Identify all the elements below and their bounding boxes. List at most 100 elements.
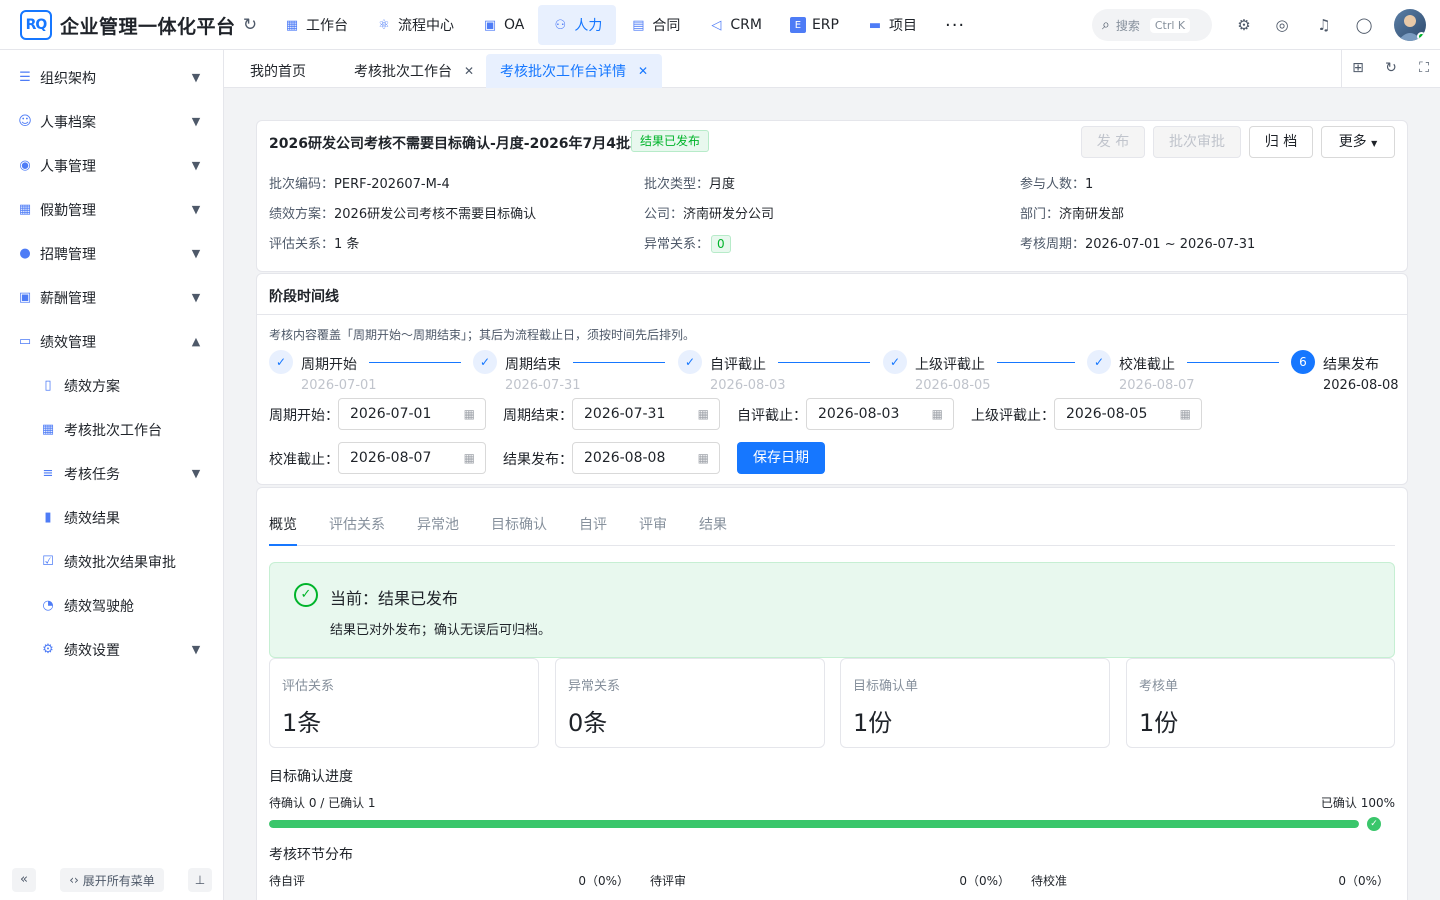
result-publish-date-input[interactable]: 2026-08-08 ▦: [572, 442, 720, 474]
calendar-icon: ▦: [18, 202, 32, 217]
settings-icon[interactable]: ⚙: [1234, 15, 1254, 35]
timeline-card: 阶段时间线 考核内容覆盖「周期开始～周期结束」；其后为流程截止日，须按时间先后排…: [256, 273, 1408, 485]
divider: [257, 314, 1407, 315]
sidebar-item-archive[interactable]: ☺ 人事档案 ▼: [0, 100, 224, 144]
sidebar-item-org[interactable]: ☰ 组织架构 ▼: [0, 56, 224, 100]
bell-icon[interactable]: ♫: [1314, 15, 1334, 35]
sidebar-item-salary[interactable]: ▣ 薪酬管理 ▼: [0, 276, 224, 320]
check-icon: ✓: [883, 350, 907, 374]
cycle-end-date-input[interactable]: 2026-07-31 ▦: [572, 398, 720, 430]
recruit-icon: ●: [19, 246, 31, 261]
tab-abnormal-pool[interactable]: 异常池: [417, 514, 459, 534]
nav-item-hr[interactable]: ⚇ 人力: [538, 5, 617, 45]
chevron-down-icon: ▼: [191, 71, 201, 84]
sidebar-item-recruit[interactable]: ● 招聘管理 ▼: [0, 232, 224, 276]
fullscreen-icon[interactable]: ⛶: [1414, 58, 1434, 78]
tab-goal-confirm[interactable]: 目标确认: [491, 514, 547, 534]
collapse-sidebar-button[interactable]: «: [12, 868, 36, 892]
batch-approve-button[interactable]: 批次审批: [1153, 126, 1241, 158]
calibration-deadline-input[interactable]: 2026-08-07 ▦: [338, 442, 486, 474]
expand-all-menus-button[interactable]: ‹› 展开所有菜单: [60, 868, 164, 892]
self-review-deadline-input[interactable]: 2026-08-03 ▦: [806, 398, 954, 430]
sidebar-subitem-cockpit[interactable]: ◔ 绩效驾驶舱: [0, 584, 224, 628]
stat-card-assessment-forms: 考核单 1份: [1126, 658, 1395, 748]
check-circle-icon: ✓: [1367, 817, 1381, 831]
bar-chart-icon: ▮: [44, 510, 52, 525]
field-label: 周期开始：: [269, 408, 339, 424]
sidebar-subitem-batch-workbench[interactable]: ▦ 考核批次工作台: [0, 408, 224, 452]
app-title: 企业管理一体化平台: [60, 16, 236, 38]
tab-review[interactable]: 评审: [639, 514, 667, 534]
nav-item-oa[interactable]: ▣ OA: [468, 5, 538, 45]
search-box[interactable]: ⌕ 搜索 Ctrl K: [1092, 9, 1212, 41]
sidebar-item-performance[interactable]: ▭ 绩效管理 ▲: [0, 320, 224, 364]
chevron-down-icon: ▼: [191, 203, 201, 216]
nav-item-project[interactable]: ▬ 项目: [853, 5, 931, 45]
cycle-start-date-input[interactable]: 2026-07-01 ▦: [338, 398, 486, 430]
salary-icon: ▣: [18, 290, 32, 305]
close-icon[interactable]: ✕: [638, 64, 648, 78]
clipboard-check-icon: ☑: [42, 554, 54, 569]
nav-item-flow[interactable]: ⚛ 流程中心: [362, 5, 468, 45]
user-icon: ☺: [18, 114, 32, 129]
calendar-icon: ▦: [931, 407, 943, 421]
participant-count: 参与人数：1: [1020, 177, 1094, 192]
distribution-item: 待校准 0（0%）: [1031, 874, 1389, 888]
chevron-down-icon: ▼: [191, 115, 201, 128]
manager-review-deadline-input[interactable]: 2026-08-05 ▦: [1054, 398, 1202, 430]
timeline-step: ✓ 上级评截止 2026-08-05: [883, 350, 1075, 394]
search-input[interactable]: 搜索: [1116, 17, 1140, 34]
page-tab-batch-detail[interactable]: 考核批次工作台详情 ✕: [486, 54, 663, 88]
page-tab-home[interactable]: 我的首页: [236, 54, 320, 88]
nav-more-button[interactable]: ···: [931, 5, 979, 45]
close-icon[interactable]: ✕: [464, 64, 474, 78]
calendar-icon: ▦: [463, 407, 475, 421]
sidebar-subitem-scheme[interactable]: ▯ 绩效方案: [0, 364, 224, 408]
message-icon[interactable]: ◎: [1272, 15, 1292, 35]
sidebar-subitem-result-approval[interactable]: ☑ 绩效批次结果审批: [0, 540, 224, 584]
more-actions-button[interactable]: 更多 ▼: [1321, 126, 1395, 158]
document-icon: ▯: [44, 378, 52, 393]
tab-evaluation-relations[interactable]: 评估关系: [329, 514, 385, 534]
nav-item-erp[interactable]: E ERP: [776, 5, 853, 45]
tab-overview[interactable]: 概览: [269, 514, 297, 534]
progress-bar: [269, 820, 1359, 828]
batch-code: 批次编码：PERF-202607-M-4: [269, 177, 450, 192]
flow-icon: ⚛: [378, 17, 390, 33]
chat-icon[interactable]: ◯: [1354, 15, 1374, 35]
crm-icon: ◁: [711, 17, 722, 33]
field-label: 自评截止：: [737, 408, 807, 424]
archive-button[interactable]: 归 档: [1249, 126, 1313, 158]
pin-icon[interactable]: ⊥: [188, 868, 212, 892]
department: 部门：济南研发部: [1020, 207, 1125, 222]
publish-button[interactable]: 发 布: [1081, 126, 1145, 158]
save-dates-button[interactable]: 保存日期: [737, 442, 825, 474]
app-logo[interactable]: RQ: [20, 10, 52, 40]
nav-item-workbench[interactable]: ▦ 工作台: [270, 5, 362, 45]
monitor-icon: ▣: [483, 17, 497, 33]
tabs-grid-icon[interactable]: ⊞: [1348, 58, 1368, 78]
sidebar-item-personnel[interactable]: ◉ 人事管理 ▼: [0, 144, 224, 188]
timeline-hint: 考核内容覆盖「周期开始～周期结束」；其后为流程截止日，须按时间先后排列。: [269, 328, 696, 342]
stat-card-goal-forms: 目标确认单 1份: [840, 658, 1110, 748]
sidebar-subitem-tasks[interactable]: ≡ 考核任务 ▼: [0, 452, 224, 496]
check-icon: ✓: [473, 350, 497, 374]
tab-self-review[interactable]: 自评: [579, 514, 607, 534]
nav-item-crm[interactable]: ◁ CRM: [694, 5, 776, 45]
refresh-icon[interactable]: ↻: [240, 15, 260, 35]
page-tab-batch-workbench[interactable]: 考核批次工作台 ✕: [340, 54, 488, 88]
sidebar-item-attendance[interactable]: ▦ 假勤管理 ▼: [0, 188, 224, 232]
distribution-item: 待评审 0（0%）: [650, 874, 1010, 888]
search-icon: ⌕: [1102, 17, 1110, 33]
grid-icon: ▦: [285, 17, 299, 33]
nav-item-contract[interactable]: ▤ 合同: [616, 5, 694, 45]
search-shortcut: Ctrl K: [1149, 17, 1191, 33]
sidebar-subitem-results[interactable]: ▮ 绩效结果: [0, 496, 224, 540]
reload-icon[interactable]: ↻: [1381, 58, 1401, 78]
tab-results[interactable]: 结果: [699, 514, 727, 534]
field-label: 上级评截止：: [971, 408, 1055, 424]
sidebar-subitem-settings[interactable]: ⚙ 绩效设置 ▼: [0, 628, 224, 672]
status-panel: ✓ 当前：结果已发布 结果已对外发布；确认无误后可归档。: [269, 562, 1395, 658]
overview-card: 概览 评估关系 异常池 目标确认 自评 评审 结果 ✓ 当前：结果已发布 结果已…: [256, 487, 1408, 900]
avatar[interactable]: [1394, 9, 1426, 41]
